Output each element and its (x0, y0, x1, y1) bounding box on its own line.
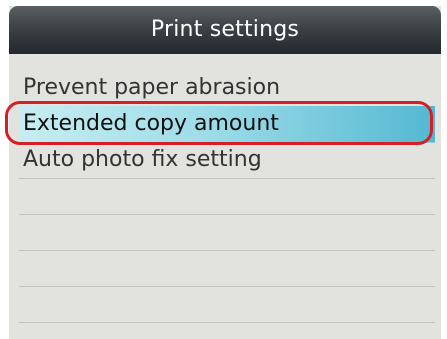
menu-item-empty (19, 250, 435, 287)
printer-lcd-screen: Print settings Prevent paper abrasion Ex… (9, 6, 441, 339)
menu-item-extended-copy-amount[interactable]: Extended copy amount (19, 106, 435, 143)
menu-item-auto-photo-fix-setting[interactable]: Auto photo fix setting (19, 142, 435, 179)
menu-item-empty (19, 178, 435, 215)
menu-item-empty (19, 214, 435, 251)
menu-item-label: Auto photo fix setting (23, 147, 262, 172)
settings-menu-list: Prevent paper abrasion Extended copy amo… (9, 6, 441, 339)
menu-item-prevent-paper-abrasion[interactable]: Prevent paper abrasion (19, 70, 435, 107)
menu-item-label: Extended copy amount (23, 111, 279, 136)
menu-item-empty (19, 286, 435, 323)
menu-item-label: Prevent paper abrasion (23, 75, 281, 100)
